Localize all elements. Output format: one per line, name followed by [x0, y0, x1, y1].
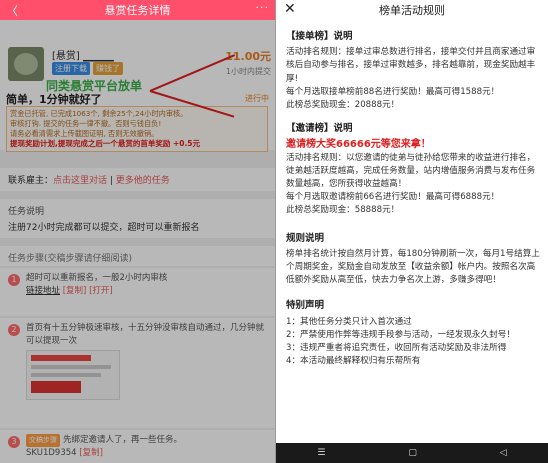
system-nav-bar: ☰ ▢ ◁ — [276, 443, 548, 463]
page-title: 悬赏任务详情 — [104, 4, 171, 17]
close-icon[interactable]: ✕ — [284, 1, 296, 17]
section-body: 榜单排名统计按自然月计算，每180分钟刷新一次，每月1号结算上个周期奖金，奖励金… — [286, 248, 540, 286]
screenshot-root: 〈 悬赏任务详情 ··· [悬赏] ▁▁▁▁ 注册下载 赚钱了 11.00元 1… — [0, 0, 548, 463]
section-title-orders: 【接单榜】说明 — [286, 31, 353, 42]
section-body: 活动排名规则：接单过审总数进行排名，接单交付并且商家通过审核后自动参与排名，接单… — [286, 47, 536, 84]
statement-item: 1：其他任务分类只计入首次通过 — [286, 316, 412, 327]
back-nav-icon[interactable]: ◁ — [500, 448, 507, 458]
section-body: 活动排名规则：以您邀请的徒弟与徒孙给您带来的收益进行排名，徒弟越活跃度越高，完成… — [286, 152, 536, 190]
left-title-bar: 〈 悬赏任务详情 ··· — [0, 0, 275, 20]
statement-item: 4：本活动最终解释权归有乐帮所有 — [286, 356, 421, 367]
more-icon[interactable]: ··· — [256, 1, 270, 14]
home-icon[interactable]: ▢ — [408, 448, 417, 458]
section-total: 此榜总奖励现金：58888元！ — [286, 205, 400, 216]
right-title-bar: ✕ 榜单活动规则 — [276, 0, 548, 20]
section-title-invite: 【邀请榜】说明 — [286, 123, 353, 135]
rules-title: 榜单活动规则 — [379, 4, 445, 17]
task-detail-panel: 〈 悬赏任务详情 ··· [悬赏] ▁▁▁▁ 注册下载 赚钱了 11.00元 1… — [0, 0, 275, 463]
section-title-rules: 规则说明 — [286, 232, 325, 244]
modal-overlay[interactable] — [0, 20, 275, 463]
rules-content: 【接单榜】说明 活动排名规则：接单过审总数进行排名，接单交付并且商家通过审核后自… — [276, 20, 548, 368]
invite-headline: 邀请榜大奖66666元等您来拿！ — [286, 139, 431, 151]
section-award: 每个月选取邀请榜前66名进行奖励！最高可得6888元！ — [286, 192, 500, 203]
section-total: 此榜总奖励现金：20888元！ — [286, 100, 400, 111]
statement-item: 3：违规严重者将追究责任，收回所有活动奖励及非法所得 — [286, 343, 507, 354]
rules-panel: ✕ 榜单活动规则 【接单榜】说明 活动排名规则：接单过审总数进行排名，接单交付并… — [276, 0, 548, 463]
menu-icon[interactable]: ☰ — [317, 448, 325, 458]
section-award: 每个月选取接单榜前88名进行奖励！最高可得1588元！ — [286, 86, 500, 97]
back-icon[interactable]: 〈 — [6, 2, 18, 19]
statement-item: 2：严禁使用作弊等违规手段参与活动，一经发现永久封号！ — [286, 329, 515, 340]
section-title-statement: 特别声明 — [286, 300, 325, 312]
